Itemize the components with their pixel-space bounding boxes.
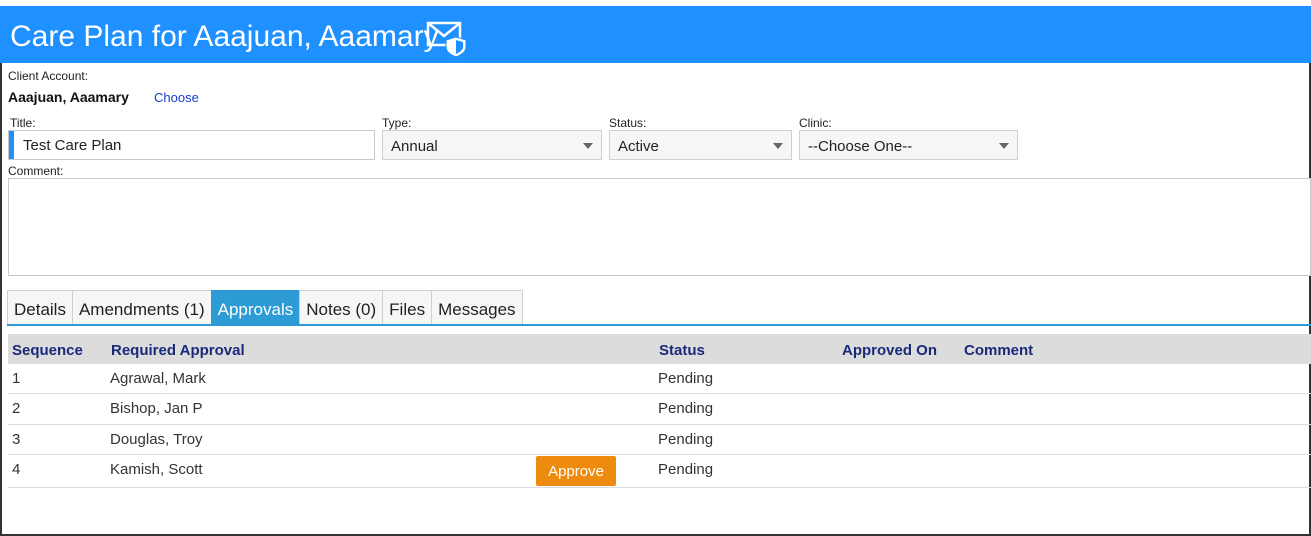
title-input-value: Test Care Plan	[23, 137, 122, 154]
status-select[interactable]: Active	[609, 130, 792, 160]
column-header-approved-on[interactable]: Approved On	[842, 342, 937, 359]
clinic-select[interactable]: --Choose One--	[799, 130, 1018, 160]
approver-cell: Agrawal, Mark	[110, 370, 206, 387]
type-label: Type:	[382, 116, 412, 130]
tab-notes[interactable]: Notes (0)	[299, 290, 384, 325]
approve-button[interactable]: Approve	[536, 456, 616, 486]
input-focus-indicator	[9, 131, 14, 159]
client-account-label: Client Account:	[8, 69, 89, 83]
sequence-cell: 1	[12, 370, 21, 387]
sequence-cell: 4	[12, 461, 21, 478]
client-name: Aaajuan, Aaamary	[8, 89, 129, 105]
chevron-down-icon	[773, 143, 783, 149]
status-cell: Pending	[658, 431, 714, 448]
title-input[interactable]: Test Care Plan	[8, 130, 375, 160]
type-select[interactable]: Annual	[382, 130, 602, 160]
approver-cell: Bishop, Jan P	[110, 400, 203, 417]
status-cell: Pending	[658, 461, 714, 478]
status-cell: Pending	[658, 370, 714, 387]
secure-mail-icon[interactable]	[426, 20, 468, 58]
status-select-value: Active	[618, 138, 659, 155]
status-label: Status:	[609, 116, 647, 130]
choose-client-link[interactable]: Choose	[154, 90, 199, 105]
tab-messages[interactable]: Messages	[431, 290, 523, 325]
tab-underline	[7, 324, 1311, 326]
sequence-cell: 2	[12, 400, 21, 417]
chevron-down-icon	[999, 143, 1009, 149]
comment-label: Comment:	[8, 164, 64, 178]
tab-bar: Details Amendments (1) Approvals Notes (…	[7, 290, 523, 325]
column-header-sequence[interactable]: Sequence	[12, 342, 83, 359]
column-header-comment[interactable]: Comment	[964, 342, 1033, 359]
clinic-select-value: --Choose One--	[808, 138, 913, 155]
clinic-label: Clinic:	[799, 116, 832, 130]
comment-textarea[interactable]	[8, 178, 1311, 276]
page-title: Care Plan for Aaajuan, Aaamary	[10, 20, 439, 53]
column-header-status[interactable]: Status	[659, 342, 705, 359]
status-cell: Pending	[658, 400, 714, 417]
approver-cell: Kamish, Scott	[110, 461, 203, 478]
tab-details[interactable]: Details	[7, 290, 73, 325]
sequence-cell: 3	[12, 431, 21, 448]
column-header-required-approval[interactable]: Required Approval	[111, 342, 245, 359]
page-header: Care Plan for Aaajuan, Aaamary	[0, 0, 1311, 63]
chevron-down-icon	[583, 143, 593, 149]
approver-cell: Douglas, Troy	[110, 431, 203, 448]
tab-approvals[interactable]: Approvals	[210, 290, 301, 325]
type-select-value: Annual	[391, 138, 438, 155]
tab-amendments[interactable]: Amendments (1)	[71, 290, 212, 325]
tab-files[interactable]: Files	[382, 290, 433, 325]
title-label: Title:	[10, 116, 36, 130]
